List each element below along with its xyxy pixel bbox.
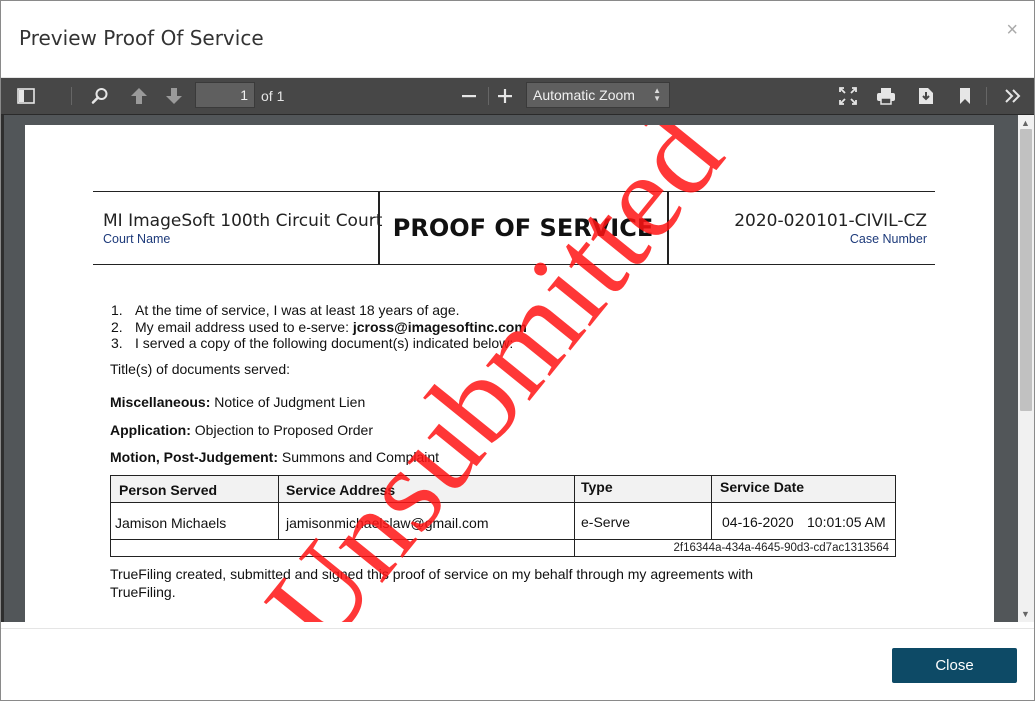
- service-time: 10:01:05 AM: [807, 514, 886, 530]
- sidebar-toggle-icon[interactable]: [13, 83, 39, 109]
- select-arrows-icon: ▲ ▼: [653, 86, 661, 103]
- table-header-cell: Type: [581, 479, 613, 495]
- pdf-viewer[interactable]: MI ImageSoft 100th Circuit Court Court N…: [1, 115, 1034, 622]
- person-served: Jamison Michaels: [115, 515, 227, 531]
- statement-list: 1. At the time of service, I was at leas…: [111, 302, 527, 352]
- zoom-value: Automatic Zoom: [533, 87, 635, 103]
- pdf-page: MI ImageSoft 100th Circuit Court Court N…: [25, 125, 994, 622]
- case-number: 2020-020101-CIVIL-CZ: [734, 211, 927, 231]
- pdf-toolbar: of 1 Automatic Zoom ▲▼: [1, 78, 1034, 115]
- zoom-in-icon[interactable]: [492, 83, 518, 109]
- service-address: jamisonmichaelslaw@gmail.com: [286, 515, 489, 531]
- document-entry: Miscellaneous: Notice of Judgment Lien: [110, 394, 366, 410]
- signature-hash: 2f16344a-434a-4645-90d3-cd7ac1313564: [673, 542, 890, 554]
- zoom-select[interactable]: Automatic Zoom ▲ ▼: [526, 82, 670, 108]
- vertical-scrollbar[interactable]: ▲ ▼: [1018, 115, 1034, 622]
- zoom-out-icon[interactable]: [456, 83, 482, 109]
- download-icon[interactable]: [913, 83, 939, 109]
- table-header-cell: Service Address: [286, 482, 396, 498]
- tools-chevron-icon[interactable]: [1000, 83, 1026, 109]
- court-name-label: Court Name: [103, 232, 171, 246]
- court-name: MI ImageSoft 100th Circuit Court: [103, 211, 383, 231]
- footer-statement: TrueFiling created, submitted and signed…: [110, 566, 754, 600]
- service-type: e-Serve: [581, 514, 631, 530]
- viewer-left-edge: [1, 115, 4, 622]
- titles-label: Title(s) of documents served:: [110, 361, 290, 377]
- presentation-mode-icon[interactable]: [835, 83, 861, 109]
- next-page-icon[interactable]: [161, 83, 187, 109]
- service-date: 04-16-2020: [722, 514, 794, 530]
- document-entry: Application: Objection to Proposed Order: [110, 422, 373, 438]
- case-number-label: Case Number: [849, 232, 927, 246]
- page-count: of 1: [261, 88, 285, 104]
- preview-dialog: Preview Proof Of Service × of 1 Automati…: [0, 0, 1035, 701]
- document-entry: Motion, Post-Judgement: Summons and Comp…: [110, 449, 440, 465]
- document-header: MI ImageSoft 100th Circuit Court Court N…: [93, 191, 935, 265]
- list-item: 2. My email address used to e-serve: jcr…: [111, 318, 527, 335]
- table-header-cell: Service Date: [720, 479, 805, 495]
- service-table: Person Served Service Address Type Servi…: [110, 475, 896, 557]
- previous-page-icon[interactable]: [126, 83, 152, 109]
- scroll-up-icon[interactable]: ▲: [1021, 118, 1030, 128]
- document-title: PROOF OF SERVICE: [392, 214, 654, 242]
- search-icon[interactable]: [87, 83, 113, 109]
- page-number-input[interactable]: [195, 82, 255, 108]
- close-button[interactable]: Close: [892, 648, 1017, 683]
- bookmark-icon[interactable]: [952, 83, 978, 109]
- dialog-header: Preview Proof Of Service ×: [1, 1, 1034, 78]
- print-icon[interactable]: [873, 83, 899, 109]
- scroll-thumb[interactable]: [1020, 129, 1032, 411]
- list-item: 3. I served a copy of the following docu…: [111, 335, 514, 351]
- table-header-cell: Person Served: [119, 482, 218, 498]
- dialog-footer: Close: [1, 628, 1034, 700]
- list-item: 1. At the time of service, I was at leas…: [111, 302, 460, 318]
- close-icon[interactable]: ×: [1006, 19, 1018, 42]
- scroll-down-icon[interactable]: ▼: [1021, 609, 1030, 619]
- dialog-title: Preview Proof Of Service: [19, 26, 264, 50]
- email-value: jcross@imagesoftinc.com: [352, 318, 527, 335]
